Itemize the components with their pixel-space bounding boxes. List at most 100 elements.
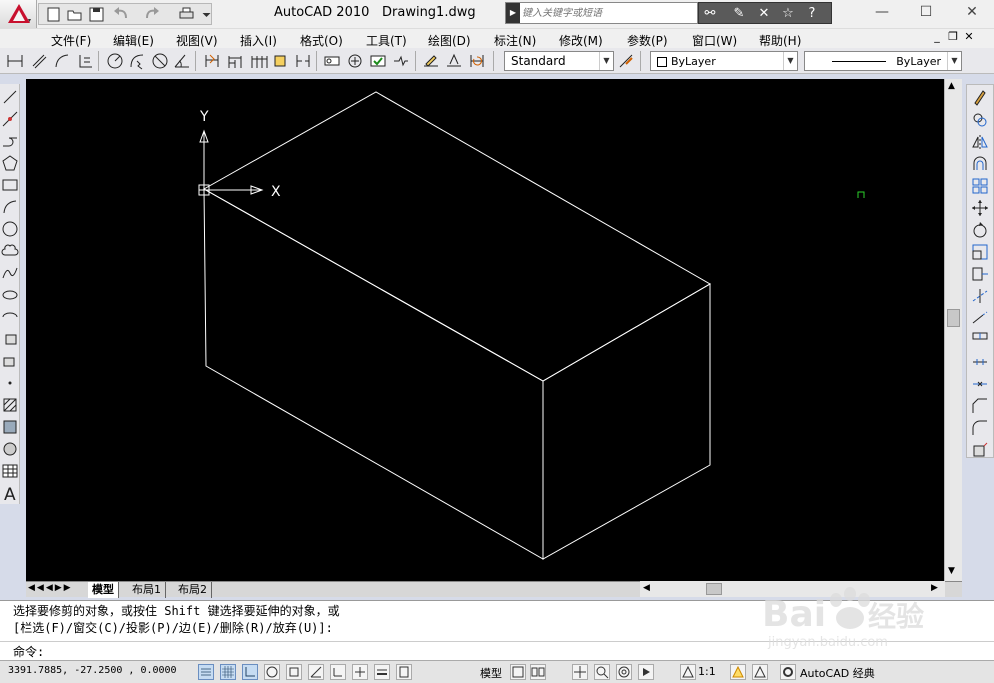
plot-icon[interactable]	[177, 5, 194, 22]
model-space-label[interactable]: 模型	[480, 665, 502, 681]
doc-restore-button[interactable]: ❐	[946, 30, 960, 44]
doc-minimize-button[interactable]: _	[930, 30, 944, 44]
grid-display-icon[interactable]	[220, 664, 236, 680]
menu-insert[interactable]: 插入(I)	[240, 32, 277, 49]
scroll-left-icon[interactable]: ◀	[643, 583, 650, 593]
workspace-gear-icon[interactable]	[780, 664, 796, 680]
table-icon[interactable]	[1, 462, 19, 480]
aligned-dim-icon[interactable]	[30, 52, 48, 70]
snap-mode-icon[interactable]	[198, 664, 214, 680]
undo-icon[interactable]	[111, 5, 128, 22]
color-select[interactable]: ByLayer ▼	[650, 51, 798, 71]
auto-scale-icon[interactable]	[752, 664, 768, 680]
circle-icon[interactable]	[1, 220, 19, 238]
new-file-icon[interactable]	[44, 5, 61, 22]
copy-icon[interactable]	[971, 111, 989, 129]
dynamic-ucs-icon[interactable]	[330, 664, 346, 680]
inspect-icon[interactable]	[369, 52, 387, 70]
join-icon[interactable]	[971, 375, 989, 393]
save-icon[interactable]	[87, 5, 104, 22]
zoom-icon[interactable]	[594, 664, 610, 680]
mirror-icon[interactable]	[971, 133, 989, 151]
ordinate-dim-icon[interactable]	[76, 52, 94, 70]
erase-icon[interactable]	[971, 89, 989, 107]
text-style-select[interactable]: Standard ▼	[504, 51, 614, 71]
dim-style-manager-icon[interactable]	[618, 52, 636, 70]
tolerance-icon[interactable]	[323, 52, 341, 70]
menu-edit[interactable]: 编辑(E)	[113, 32, 154, 49]
line-tool-icon[interactable]	[1, 88, 19, 106]
showmotion-icon[interactable]	[638, 664, 654, 680]
array-icon[interactable]	[971, 177, 989, 195]
menu-modify[interactable]: 修改(M)	[559, 32, 603, 49]
application-menu-button[interactable]	[0, 0, 37, 28]
doc-close-button[interactable]: ✕	[962, 30, 976, 44]
tab-layout1[interactable]: 布局1	[128, 582, 166, 598]
search-binoculars-icon[interactable]: ⚯	[701, 6, 719, 22]
chamfer-icon[interactable]	[971, 397, 989, 415]
hatch-icon[interactable]	[1, 396, 19, 414]
dynamic-input-icon[interactable]	[352, 664, 368, 680]
menu-window[interactable]: 窗口(W)	[692, 32, 737, 49]
construction-line-icon[interactable]	[1, 110, 19, 128]
ellipse-icon[interactable]	[1, 286, 19, 304]
close-button[interactable]: ✕	[957, 3, 987, 21]
menu-help[interactable]: 帮助(H)	[759, 32, 801, 49]
dim-edit-icon[interactable]	[422, 52, 440, 70]
workspace-label[interactable]: AutoCAD 经典	[800, 665, 875, 681]
stretch-icon[interactable]	[971, 265, 989, 283]
jogged-linear-icon[interactable]	[392, 52, 410, 70]
scroll-up-icon[interactable]: ▲	[948, 81, 955, 91]
continue-dim-icon[interactable]	[250, 52, 268, 70]
linetype-select[interactable]: ByLayer ▼	[804, 51, 962, 71]
break-at-point-icon[interactable]	[971, 331, 989, 349]
radius-dim-icon[interactable]	[106, 52, 124, 70]
menu-dimension[interactable]: 标注(N)	[494, 32, 536, 49]
quick-properties-icon[interactable]	[396, 664, 412, 680]
polyline-icon[interactable]	[1, 132, 19, 150]
scroll-down-icon[interactable]: ▼	[948, 566, 955, 576]
region-icon[interactable]	[1, 440, 19, 458]
annotation-visibility-icon[interactable]	[730, 664, 746, 680]
dim-break-icon[interactable]	[294, 52, 312, 70]
revision-cloud-icon[interactable]	[1, 242, 19, 260]
polygon-icon[interactable]	[1, 154, 19, 172]
minimize-button[interactable]: —	[867, 3, 897, 21]
scale-icon[interactable]	[971, 243, 989, 261]
tab-model[interactable]: 模型	[88, 582, 119, 598]
extend-icon[interactable]	[971, 309, 989, 327]
polar-tracking-icon[interactable]	[264, 664, 280, 680]
dim-text-edit-icon[interactable]	[445, 52, 463, 70]
communication-icon[interactable]: ✕	[755, 6, 773, 22]
move-icon[interactable]	[971, 199, 989, 217]
menu-parametric[interactable]: 参数(P)	[627, 32, 668, 49]
hscroll-thumb[interactable]	[706, 583, 722, 595]
point-icon[interactable]	[1, 374, 19, 392]
object-snap-icon[interactable]	[286, 664, 302, 680]
arc-icon[interactable]	[1, 198, 19, 216]
menu-draw[interactable]: 绘图(D)	[428, 32, 471, 49]
spline-icon[interactable]	[1, 264, 19, 282]
dim-update-icon[interactable]	[468, 52, 486, 70]
scroll-thumb[interactable]	[947, 309, 960, 327]
make-block-icon[interactable]	[1, 352, 19, 370]
multiline-text-icon[interactable]: A	[1, 484, 19, 505]
ellipse-arc-icon[interactable]	[1, 308, 19, 326]
gradient-icon[interactable]	[1, 418, 19, 436]
subscription-key-icon[interactable]: ✎	[730, 6, 748, 22]
layout-quickview-icon[interactable]	[530, 664, 546, 680]
vertical-scrollbar[interactable]: ▲ ▼	[944, 79, 962, 581]
dim-space-icon[interactable]	[271, 52, 289, 70]
model-space-icon[interactable]	[510, 664, 526, 680]
menu-format[interactable]: 格式(O)	[300, 32, 343, 49]
rectangle-icon[interactable]	[1, 176, 19, 194]
steering-wheel-icon[interactable]	[616, 664, 632, 680]
menu-file[interactable]: 文件(F)	[51, 32, 91, 49]
explode-icon[interactable]	[971, 441, 989, 459]
drawing-viewport[interactable]: Y X	[26, 79, 944, 581]
object-snap-tracking-icon[interactable]	[308, 664, 324, 680]
tab-nav-arrows-icon[interactable]: ◀◀◀▶▶	[28, 583, 73, 593]
quick-dim-icon[interactable]	[203, 52, 221, 70]
lineweight-icon[interactable]	[374, 664, 390, 680]
trim-icon[interactable]	[971, 287, 989, 305]
